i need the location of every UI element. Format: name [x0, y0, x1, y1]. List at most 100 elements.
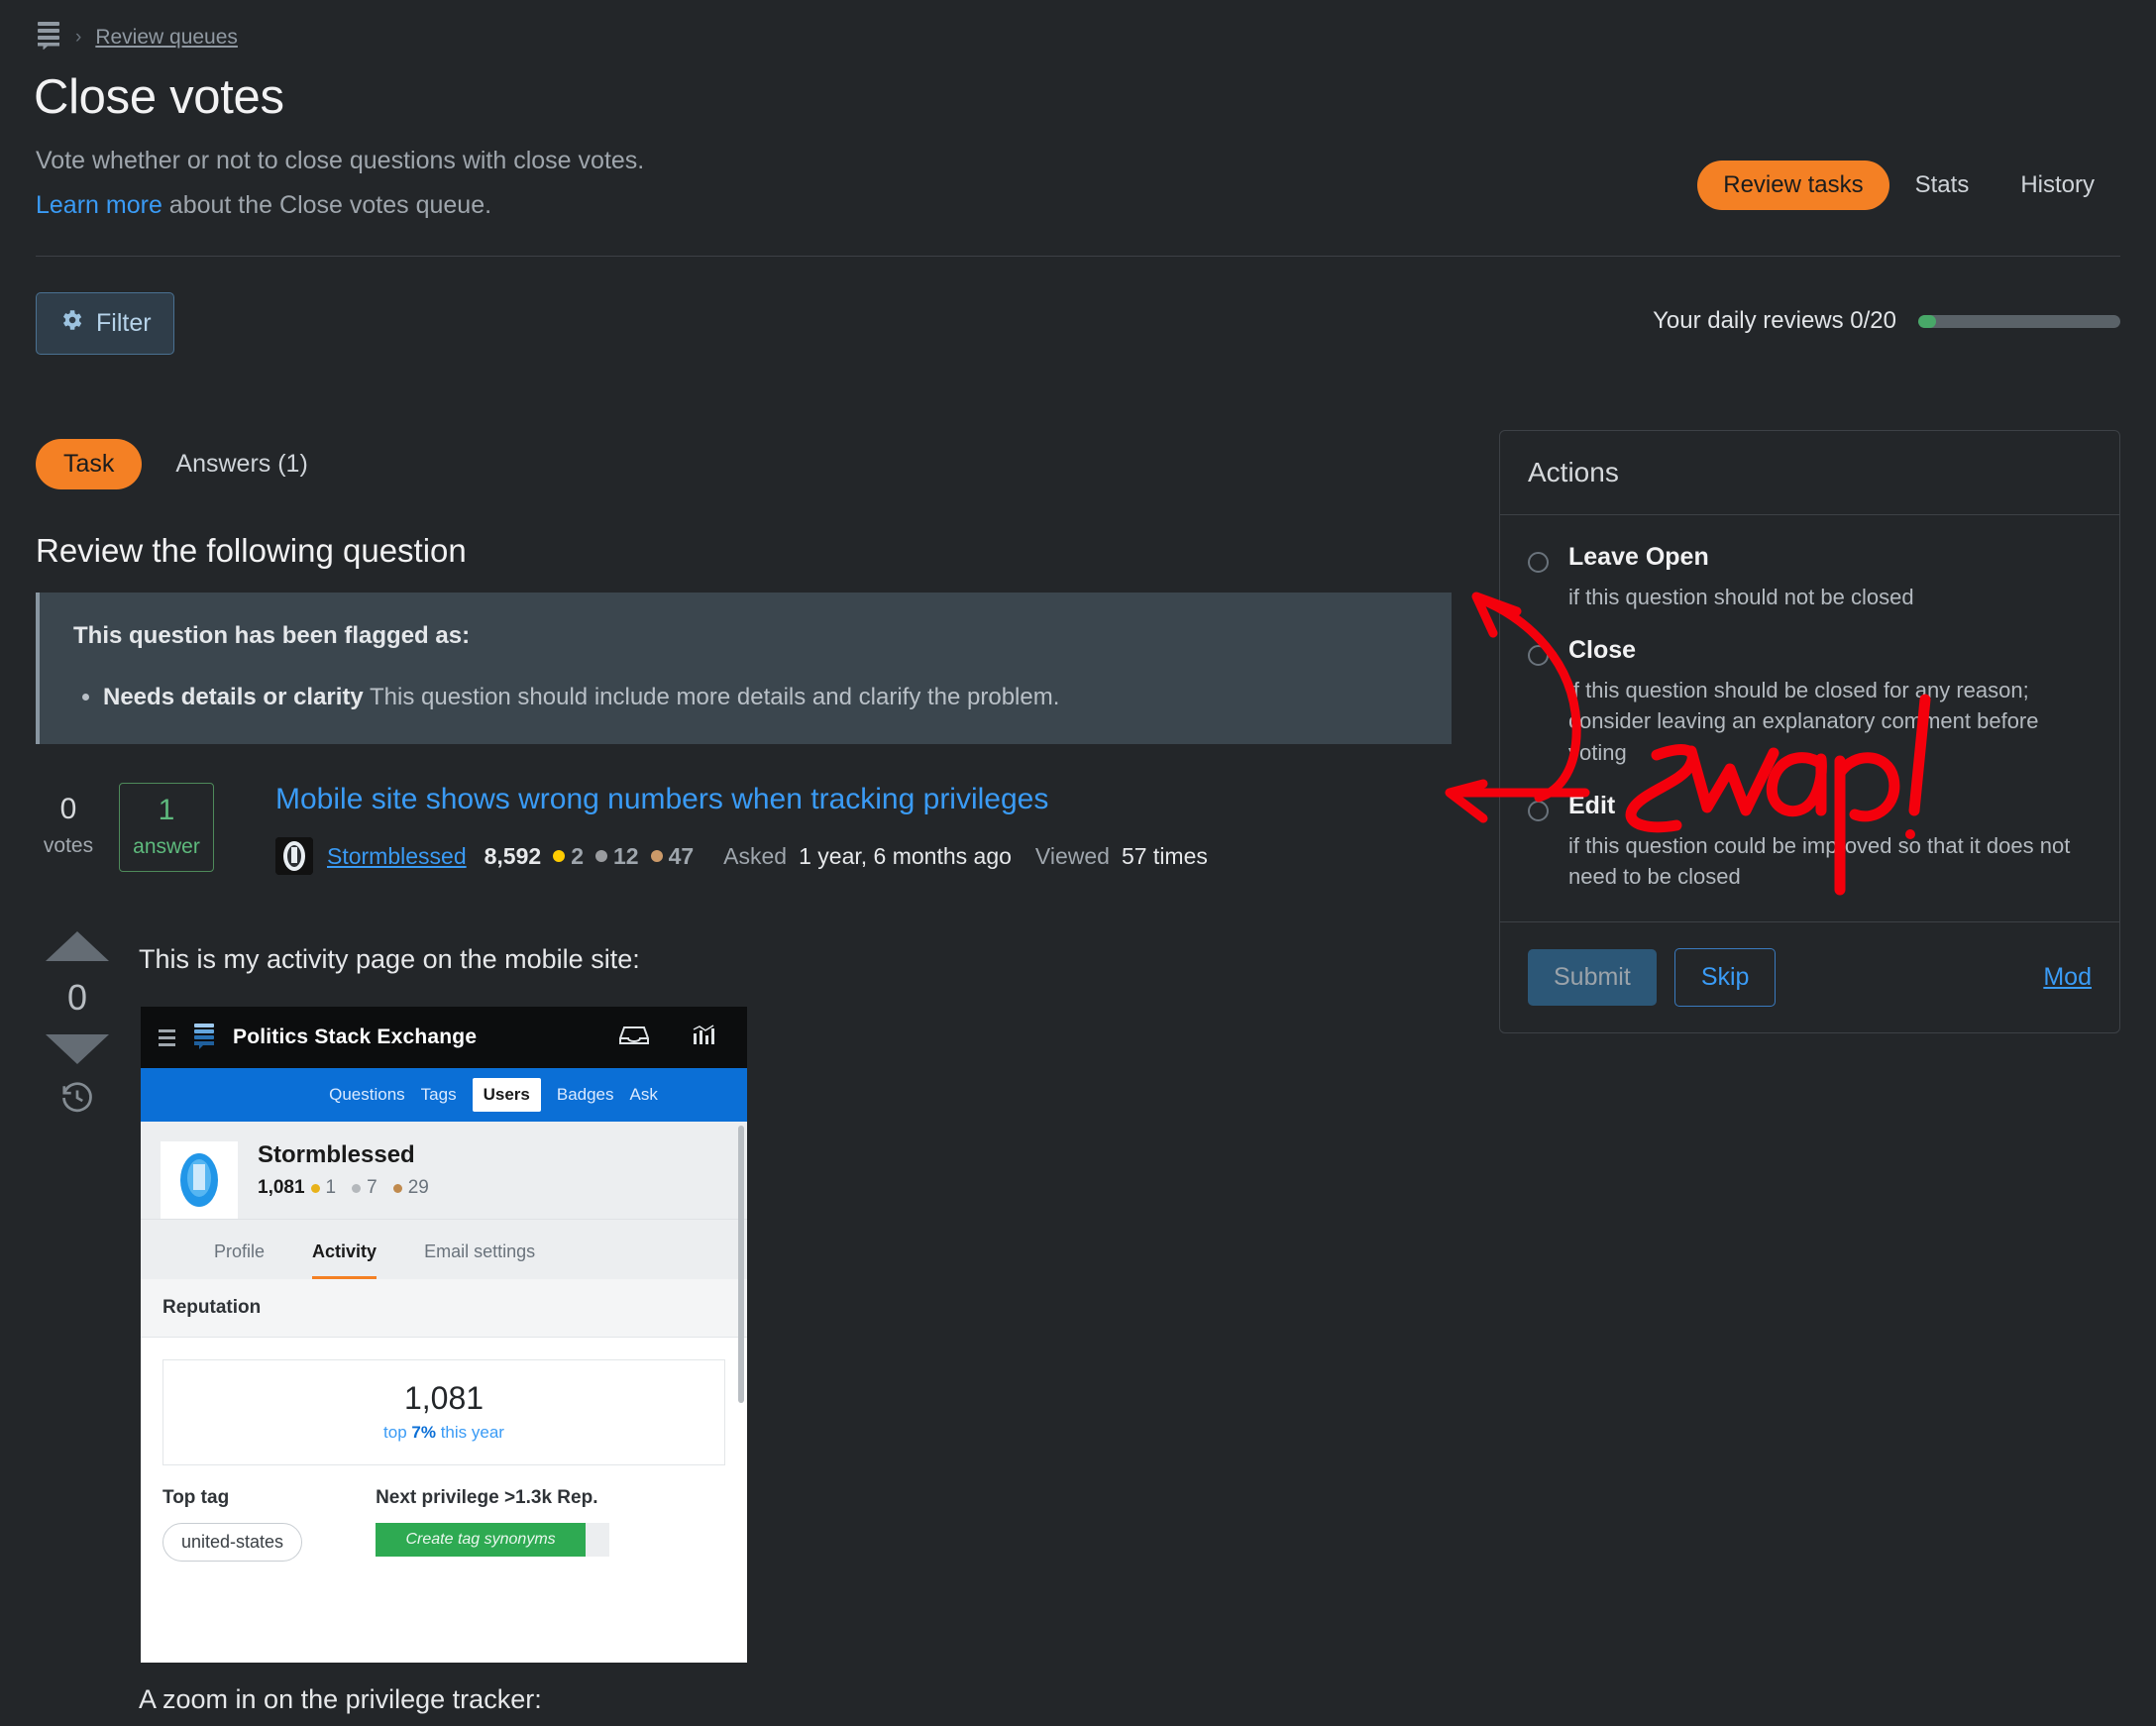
flagged-reason-list: Needs details or clarity This question s…	[103, 682, 1418, 712]
action-option-text: Edit if this question could be improved …	[1568, 792, 2092, 892]
actions-footer: Submit Skip Mod	[1500, 921, 2119, 1032]
avatar[interactable]	[275, 837, 313, 875]
post-vote-count: 0	[66, 977, 88, 1018]
tab-review-tasks[interactable]: Review tasks	[1697, 161, 1889, 210]
embedded-nav: Questions Tags Users Badges Ask	[141, 1068, 747, 1122]
tab-answers[interactable]: Answers (1)	[160, 439, 323, 489]
embedded-tab-activity[interactable]: Activity	[312, 1241, 377, 1279]
mod-link[interactable]: Mod	[2043, 963, 2092, 992]
embedded-nav-tags[interactable]: Tags	[421, 1085, 457, 1105]
action-desc-close: if this question should be closed for an…	[1568, 678, 2039, 765]
daily-reviews-progress-fill	[1918, 314, 1936, 328]
silver-badge-icon	[594, 850, 607, 862]
silver-badge-count: 12	[612, 842, 639, 869]
action-desc-leave-open: if this question should not be closed	[1568, 585, 1914, 609]
embedded-top-tag-label: Top tag	[162, 1487, 230, 1508]
embedded-nav-badges[interactable]: Badges	[557, 1085, 614, 1105]
achievements-chart-icon[interactable]	[692, 1024, 717, 1051]
review-queue-page: › Review queues Close votes Vote whether…	[0, 0, 2156, 1726]
page-subtitle: Vote whether or not to close questions w…	[36, 147, 645, 174]
embedded-site-name: Politics Stack Exchange	[233, 1025, 478, 1048]
embedded-top-tag-value[interactable]: united-states	[162, 1523, 303, 1562]
embedded-rep-sub-pre: top	[383, 1423, 412, 1442]
downvote-arrow-icon[interactable]	[46, 1034, 109, 1064]
daily-reviews-progressbar	[1918, 314, 2120, 328]
embedded-privilege-progressbar: Create tag synonyms	[376, 1523, 610, 1557]
breadcrumb-link-review-queues[interactable]: Review queues	[95, 26, 238, 50]
embedded-tab-email-settings[interactable]: Email settings	[424, 1241, 535, 1279]
action-label-edit: Edit	[1568, 791, 1616, 819]
filter-button[interactable]: Filter	[36, 292, 174, 355]
action-option-leave-open[interactable]: Leave Open if this question should not b…	[1528, 543, 2092, 612]
question-votes-count: 0	[59, 793, 77, 825]
skip-button[interactable]: Skip	[1673, 948, 1777, 1008]
action-option-edit[interactable]: Edit if this question could be improved …	[1528, 792, 2092, 892]
top-nav: Review tasks Stats History	[1697, 161, 2120, 210]
tab-task[interactable]: Task	[36, 439, 143, 489]
gold-badge-icon	[553, 850, 566, 862]
actions-options: Leave Open if this question should not b…	[1500, 515, 2119, 921]
embedded-next-privilege-label: Next privilege >1.3k Rep.	[376, 1487, 598, 1508]
embedded-scrollbar[interactable]	[738, 1126, 744, 1403]
embedded-reputation-value: 1,081	[403, 1380, 485, 1416]
upvote-arrow-icon[interactable]	[46, 931, 109, 961]
embedded-reputation-card: 1,081 top 7% this year	[162, 1359, 725, 1465]
embedded-profile-header: Stormblessed 1,081 1 7 29	[141, 1122, 747, 1220]
embedded-screenshot-image[interactable]: Politics Stack Exchange Questions Tags U…	[141, 1007, 747, 1663]
viewed-value: 57 times	[1121, 842, 1208, 869]
embedded-username: Stormblessed	[258, 1141, 415, 1168]
post-vote-column: 0	[46, 931, 109, 1121]
inbox-icon[interactable]	[618, 1025, 650, 1051]
question-answers-count: 1	[158, 794, 175, 826]
question-title-link[interactable]: Mobile site shows wrong numbers when tra…	[275, 783, 1048, 816]
question-answers-label: answer	[133, 835, 200, 858]
radio-leave-open[interactable]	[1528, 552, 1549, 573]
action-label-leave-open: Leave Open	[1568, 543, 1709, 571]
flagged-heading: This question has been flagged as:	[73, 622, 471, 649]
breadcrumb-separator: ›	[75, 27, 82, 48]
embedded-tab-profile[interactable]: Profile	[214, 1241, 265, 1279]
submit-button[interactable]: Submit	[1528, 949, 1657, 1007]
section-title: Review the following question	[36, 532, 467, 569]
radio-close[interactable]	[1528, 645, 1549, 667]
embedded-nav-questions[interactable]: Questions	[329, 1085, 405, 1105]
action-desc-edit: if this question could be improved so th…	[1568, 832, 2071, 890]
actions-heading: Actions	[1500, 431, 2119, 515]
se-logo-icon	[191, 1021, 217, 1055]
page-learn-more-line: Learn more about the Close votes queue.	[36, 191, 491, 220]
tab-stats[interactable]: Stats	[1889, 161, 1995, 210]
embedded-bronze-icon	[392, 1183, 402, 1193]
flagged-notice: This question has been flagged as: Needs…	[36, 593, 1452, 745]
tab-history[interactable]: History	[1994, 161, 2120, 210]
history-clock-icon[interactable]	[59, 1080, 95, 1121]
gold-badge: 2	[553, 843, 584, 870]
embedded-reputation-header: Reputation	[141, 1279, 747, 1338]
question-author-link[interactable]: Stormblessed	[327, 843, 467, 870]
embedded-bronze-count: 29	[407, 1177, 429, 1198]
actions-panel: Actions Leave Open if this question shou…	[1499, 430, 2120, 1034]
learn-more-rest: about the Close votes queue.	[162, 191, 492, 219]
embedded-profile-info: Stormblessed 1,081 1 7 29	[258, 1141, 439, 1219]
embedded-reputation-row: 1,081 1 7 29	[258, 1177, 439, 1199]
embedded-nav-users[interactable]: Users	[472, 1078, 541, 1112]
learn-more-link[interactable]: Learn more	[36, 191, 162, 219]
hamburger-icon[interactable]	[159, 1028, 175, 1046]
embedded-top-tag-block: Top tag united-states	[162, 1487, 303, 1562]
content-tabs: Task Answers (1)	[36, 439, 324, 489]
embedded-reputation-subtext: top 7% this year	[163, 1423, 724, 1443]
embedded-gold-count: 1	[325, 1177, 337, 1198]
radio-edit[interactable]	[1528, 800, 1549, 821]
embedded-rep-sub-post: this year	[435, 1423, 504, 1442]
silver-badge: 12	[594, 842, 639, 870]
bronze-badge-icon	[650, 850, 663, 862]
embedded-topbar: Politics Stack Exchange	[141, 1007, 747, 1068]
filter-button-label: Filter	[96, 309, 152, 337]
embedded-nav-ask[interactable]: Ask	[630, 1085, 658, 1105]
stack-exchange-logo-icon[interactable]	[36, 20, 61, 55]
action-option-close[interactable]: Close if this question should be closed …	[1528, 636, 2092, 768]
flag-reason-desc: This question should include more detail…	[370, 684, 1060, 710]
embedded-silver-count: 7	[367, 1177, 377, 1198]
embedded-reputation: 1,081	[258, 1177, 305, 1198]
list-item: Needs details or clarity This question s…	[103, 682, 1418, 712]
embedded-privilege-progress-fill: Create tag synonyms	[376, 1523, 587, 1557]
